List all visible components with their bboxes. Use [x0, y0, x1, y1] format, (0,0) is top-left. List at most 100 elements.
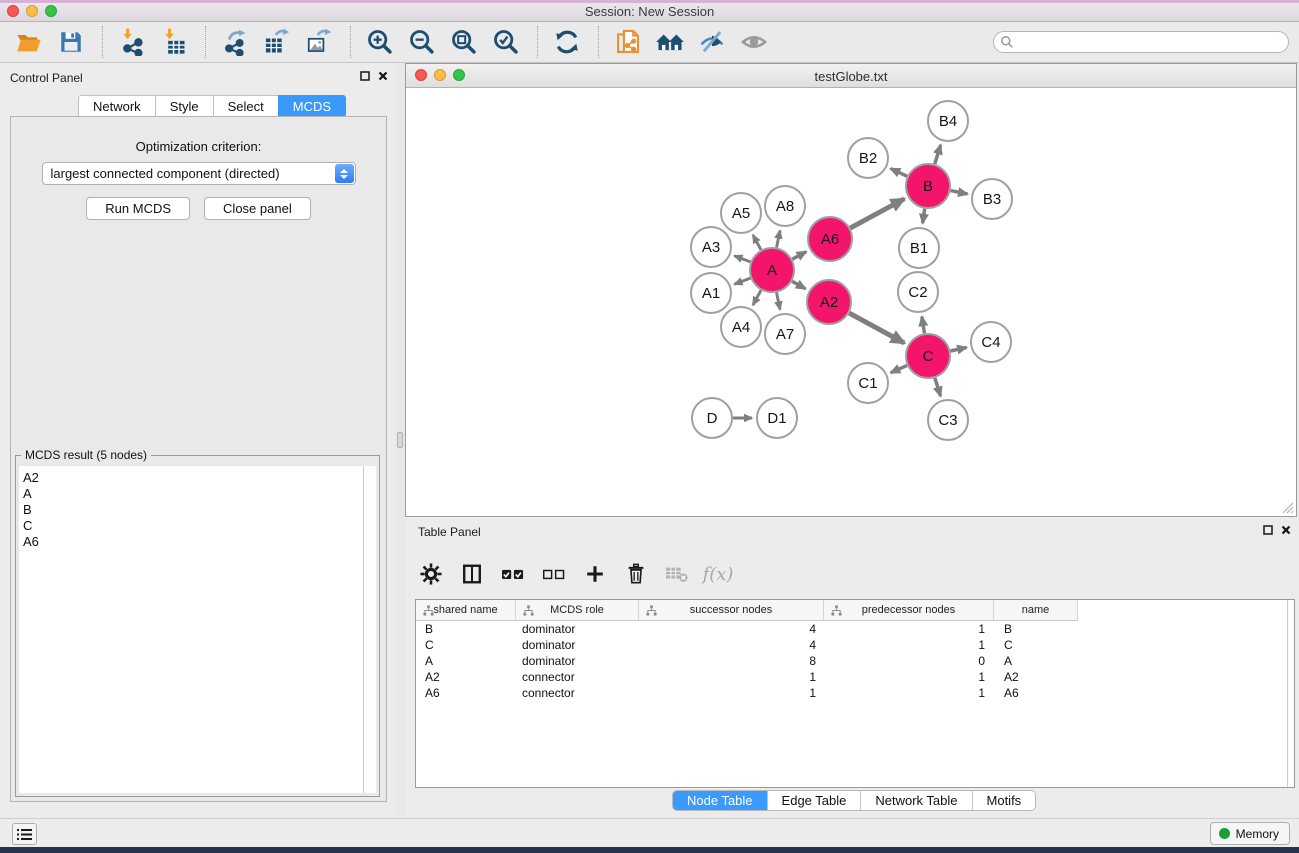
node-label-A7: A7 [776, 326, 794, 343]
close-panel-icon[interactable] [378, 71, 388, 81]
result-item[interactable]: B [19, 502, 363, 518]
function-builder-button[interactable]: f(x) [705, 561, 731, 587]
control-panel: Control Panel Network Style Select MCDS … [0, 63, 396, 818]
edge-C-C1[interactable] [891, 365, 907, 372]
zoom-fit-button[interactable] [447, 25, 481, 59]
table-row[interactable]: Bdominator41B [416, 621, 1294, 637]
import-table-button[interactable] [157, 25, 191, 59]
tab-network-table[interactable]: Network Table [861, 791, 972, 810]
result-item[interactable]: A [19, 486, 363, 502]
refresh-button[interactable] [550, 25, 584, 59]
result-item[interactable]: A6 [19, 534, 363, 550]
node-label-B3: B3 [983, 191, 1001, 208]
result-item[interactable]: C [19, 518, 363, 534]
delete-columns-button[interactable] [623, 561, 649, 587]
delete-table-button[interactable] [664, 561, 690, 587]
column-header-successor-nodes[interactable]: successor nodes [639, 600, 824, 621]
table-cell: A [416, 653, 516, 669]
panel-splitter-handle[interactable] [397, 432, 403, 448]
zoom-out-icon [408, 28, 436, 56]
edge-A-A2[interactable] [792, 281, 805, 289]
edge-A-A4[interactable] [753, 290, 761, 305]
edge-B-B4[interactable] [935, 145, 941, 164]
save-session-button[interactable] [54, 25, 88, 59]
hide-graphics-details-button[interactable] [695, 25, 729, 59]
mcds-result-scrollbar[interactable] [363, 466, 376, 793]
tab-edge-table[interactable]: Edge Table [768, 791, 862, 810]
edge-A-A5[interactable] [753, 235, 761, 250]
column-header-predecessor-nodes[interactable]: predecessor nodes [824, 600, 994, 621]
tab-motifs[interactable]: Motifs [973, 791, 1036, 810]
show-details-eye-icon [740, 28, 768, 56]
table-scrollbar[interactable] [1287, 600, 1294, 787]
session-title: Session: New Session [0, 4, 1299, 19]
column-header-shared-name[interactable]: shared name [416, 600, 516, 621]
edge-A6-B[interactable] [850, 199, 904, 228]
zoom-out-button[interactable] [405, 25, 439, 59]
table-cell: 4 [639, 621, 824, 637]
edge-A-A3[interactable] [734, 256, 750, 262]
column-header-name[interactable]: name [994, 600, 1078, 621]
home-button[interactable] [653, 25, 687, 59]
tab-style[interactable]: Style [155, 95, 213, 117]
optimization-criterion-select[interactable]: largest connected component (directed) [42, 162, 356, 185]
tab-node-table[interactable]: Node Table [673, 791, 768, 810]
result-item[interactable]: A2 [19, 470, 363, 486]
table-cell: dominator [516, 637, 639, 653]
table-cell: 0 [824, 653, 994, 669]
float-table-panel-icon[interactable] [1263, 525, 1273, 535]
memory-button[interactable]: Memory [1210, 822, 1290, 845]
close-table-panel-icon[interactable] [1281, 525, 1291, 535]
table-row[interactable]: Cdominator41C [416, 637, 1294, 653]
search-input[interactable] [993, 31, 1289, 53]
table-cell: B [416, 621, 516, 637]
gear-icon [420, 563, 442, 585]
edge-A-A7[interactable] [777, 293, 780, 310]
optimization-criterion-value: largest connected component (directed) [51, 166, 280, 181]
clone-network-button[interactable] [611, 25, 645, 59]
deselect-all-button[interactable] [541, 561, 567, 587]
edge-A-A1[interactable] [734, 278, 750, 284]
column-header-mcds-role[interactable]: MCDS role [516, 600, 639, 621]
tab-select[interactable]: Select [213, 95, 278, 117]
export-image-button[interactable] [302, 25, 336, 59]
edge-B-B1[interactable] [923, 209, 925, 223]
network-window-titlebar[interactable]: testGlobe.txt [406, 64, 1296, 88]
edge-B-B2[interactable] [891, 169, 908, 177]
task-history-button[interactable] [12, 823, 37, 845]
show-graphics-details-button[interactable] [737, 25, 771, 59]
float-panel-icon[interactable] [360, 71, 370, 81]
tab-network[interactable]: Network [78, 95, 155, 117]
network-canvas[interactable]: AA1A2A3A4A5A6A7A8BB1B2B3B4CC1C2C3C4DD1 [406, 88, 1296, 516]
create-column-button[interactable] [582, 561, 608, 587]
edge-C-C3[interactable] [935, 378, 941, 396]
table-row[interactable]: A2connector11A2 [416, 669, 1294, 685]
open-session-button[interactable] [12, 25, 46, 59]
close-panel-button[interactable]: Close panel [204, 197, 311, 220]
zoom-selected-button[interactable] [489, 25, 523, 59]
zoom-in-button[interactable] [363, 25, 397, 59]
export-table-button[interactable] [260, 25, 294, 59]
open-folder-icon [15, 28, 43, 56]
resize-grip-icon[interactable] [1281, 501, 1294, 514]
edge-A2-C[interactable] [849, 313, 904, 343]
run-mcds-button[interactable]: Run MCDS [86, 197, 190, 220]
edge-A-A8[interactable] [777, 230, 780, 247]
show-columns-button[interactable] [459, 561, 485, 587]
app-titlebar: Session: New Session [0, 0, 1299, 22]
table-mode-button[interactable] [418, 561, 444, 587]
desktop-background [0, 847, 1299, 853]
edge-C-C4[interactable] [950, 347, 966, 351]
tab-mcds[interactable]: MCDS [278, 95, 346, 117]
attribute-tree-icon [523, 605, 534, 616]
table-row[interactable]: A6connector11A6 [416, 685, 1294, 701]
mcds-result-fieldset: MCDS result (5 nodes) A2ABCA6 [15, 455, 380, 797]
import-network-button[interactable] [115, 25, 149, 59]
table-row[interactable]: Adominator80A [416, 653, 1294, 669]
select-all-button[interactable] [500, 561, 526, 587]
edge-A-A6[interactable] [792, 252, 806, 259]
node-label-B1: B1 [910, 240, 928, 257]
edge-C-C2[interactable] [922, 317, 925, 334]
edge-B-B3[interactable] [951, 191, 968, 194]
export-network-button[interactable] [218, 25, 252, 59]
